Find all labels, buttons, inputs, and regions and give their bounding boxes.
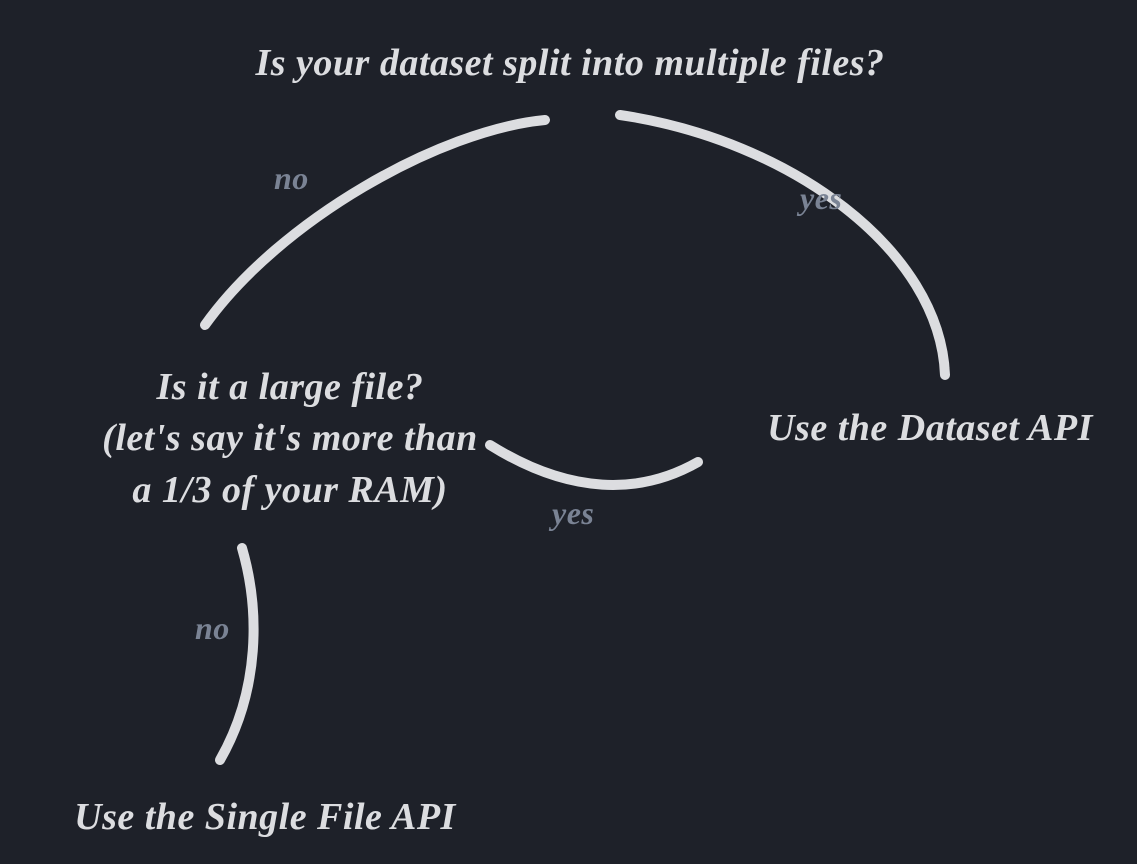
question-large-file: Is it a large file? (let's say it's more… (60, 362, 520, 516)
arrow-no-1 (205, 120, 545, 325)
edge-label-yes-2: yes (552, 495, 594, 532)
question-large-file-line2: (let's say it's more than (102, 417, 478, 459)
question-large-file-line3: a 1/3 of your RAM) (132, 469, 447, 511)
arrow-yes-2 (490, 445, 698, 485)
edge-label-no-1: no (274, 160, 309, 197)
edge-label-no-2: no (195, 610, 230, 647)
arrow-no-2 (220, 548, 254, 760)
question-large-file-line1: Is it a large file? (156, 366, 423, 408)
arrow-yes-1 (620, 115, 945, 375)
question-multiple-files: Is your dataset split into multiple file… (160, 38, 980, 89)
edge-label-yes-1: yes (800, 180, 842, 217)
result-dataset-api: Use the Dataset API (740, 403, 1120, 454)
result-single-file-api: Use the Single File API (40, 792, 490, 843)
